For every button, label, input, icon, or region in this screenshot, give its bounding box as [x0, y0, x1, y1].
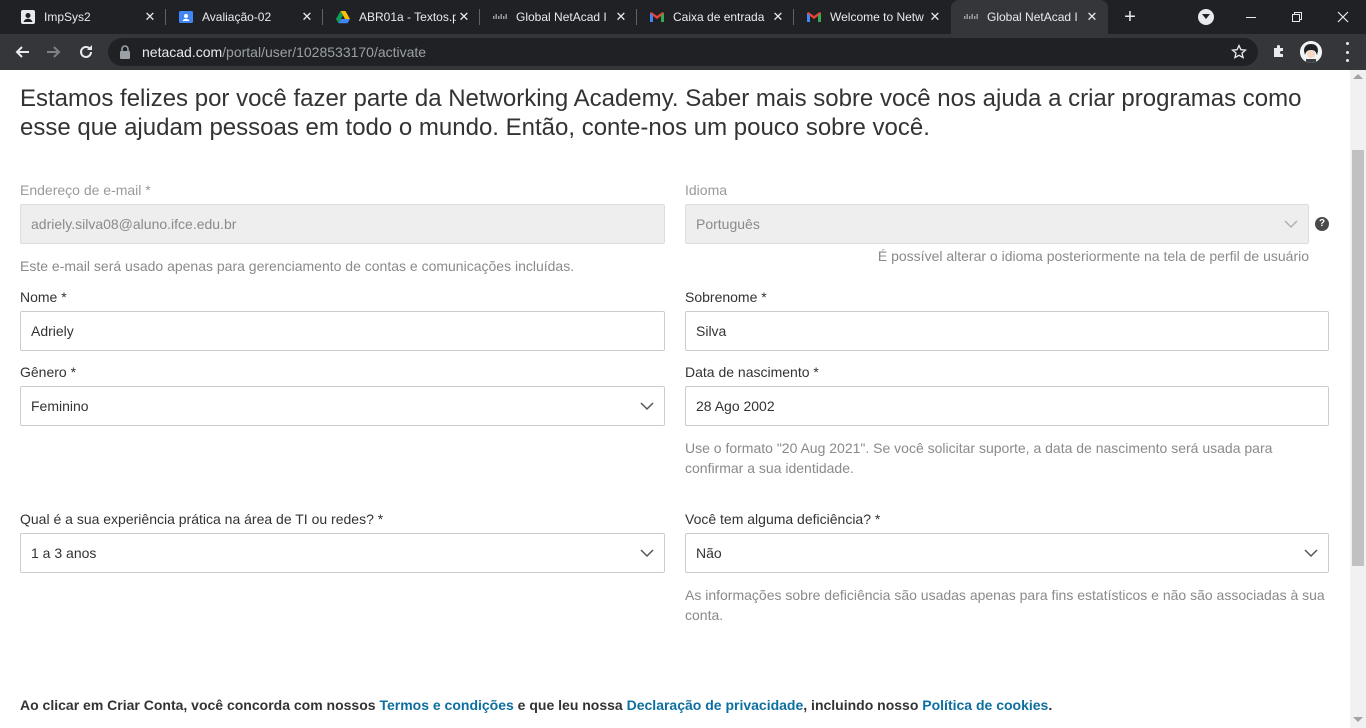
- new-tab-button[interactable]: +: [1118, 5, 1142, 29]
- cisco-icon: [492, 9, 508, 25]
- scroll-up-arrow-icon[interactable]: [1353, 74, 1363, 79]
- close-tab-icon[interactable]: ✕: [299, 9, 315, 25]
- language-help-text: É possível alterar o idioma posteriormen…: [877, 248, 1309, 264]
- bookmark-star-icon[interactable]: [1230, 43, 1248, 65]
- tab-avaliacao[interactable]: Avaliação-02 ✕: [166, 0, 323, 34]
- tab-abr01a[interactable]: ABR01a - Textos.p ✕: [323, 0, 480, 34]
- close-tab-icon[interactable]: ✕: [770, 9, 786, 25]
- tab-title: Caixa de entrada: [673, 10, 765, 24]
- tab-netacad-1[interactable]: Global NetAcad I ✕: [480, 0, 637, 34]
- browser-menu-icon[interactable]: [1344, 42, 1350, 62]
- gmail-icon: [806, 9, 822, 25]
- email-label: Endereço de e-mail *: [20, 182, 151, 198]
- language-label: Idioma: [685, 182, 728, 198]
- terms-mid2: , incluindo nosso: [803, 697, 923, 713]
- google-drive-icon: [335, 9, 351, 25]
- disability-select[interactable]: Não: [685, 533, 1329, 573]
- tab-netacad-active[interactable]: Global NetAcad I ✕: [951, 0, 1108, 34]
- last-name-input[interactable]: Silva: [685, 311, 1329, 351]
- gmail-icon: [649, 9, 665, 25]
- terms-end: .: [1048, 697, 1053, 713]
- birth-date-input[interactable]: 28 Ago 2002: [685, 386, 1329, 426]
- cookies-link[interactable]: Política de cookies: [922, 697, 1048, 713]
- tab-title: Global NetAcad I: [516, 10, 607, 24]
- close-tab-icon[interactable]: ✕: [142, 9, 158, 25]
- restore-icon[interactable]: [1274, 0, 1320, 34]
- close-tab-icon[interactable]: ✕: [613, 9, 629, 25]
- experience-select[interactable]: 1 a 3 anos: [20, 533, 665, 573]
- email-help-text: Este e-mail será usado apenas para geren…: [20, 258, 575, 274]
- tab-title: ABR01a - Textos.p: [359, 10, 456, 24]
- reload-icon[interactable]: [72, 38, 100, 66]
- language-select: Português: [685, 204, 1309, 244]
- chevron-down-icon: [1284, 220, 1298, 229]
- scroll-down-arrow-icon[interactable]: [1353, 717, 1363, 722]
- gender-label: Gênero *: [20, 364, 77, 380]
- terms-link[interactable]: Termos e condições: [379, 697, 513, 713]
- intro-text: Estamos felizes por você fazer parte da …: [20, 85, 1302, 141]
- disability-value: Não: [696, 545, 722, 561]
- close-tab-icon[interactable]: ✕: [1084, 9, 1100, 25]
- forward-arrow-icon[interactable]: [40, 38, 68, 66]
- terms-mid: e que leu nossa: [513, 697, 627, 713]
- tab-title: ImpSys2: [44, 10, 91, 24]
- tab-title: Welcome to Netw: [830, 10, 924, 24]
- profile-avatar[interactable]: [1300, 41, 1322, 63]
- disability-help-text: As informações sobre deficiência são usa…: [685, 587, 1325, 623]
- close-tab-icon[interactable]: ✕: [456, 9, 472, 25]
- tab-title: Global NetAcad I: [987, 10, 1078, 24]
- language-value: Português: [696, 216, 760, 232]
- cisco-icon: [963, 9, 979, 25]
- url-text[interactable]: netacad.com/portal/user/1028533170/activ…: [142, 44, 426, 60]
- minimize-icon[interactable]: [1228, 0, 1274, 34]
- privacy-link[interactable]: Declaração de privacidade: [627, 697, 804, 713]
- url-host: netacad.com: [142, 44, 223, 60]
- first-name-input[interactable]: Adriely: [20, 311, 665, 351]
- google-classroom-icon: [178, 9, 194, 25]
- chevron-down-icon: [1304, 549, 1318, 558]
- scrollbar-thumb[interactable]: [1352, 150, 1364, 566]
- experience-label: Qual é a sua experiência prática na área…: [20, 511, 384, 527]
- email-field: adriely.silva08@aluno.ifce.edu.br: [20, 204, 665, 244]
- birth-date-label: Data de nascimento *: [685, 364, 819, 380]
- chevron-down-icon: [640, 402, 654, 411]
- extensions-puzzle-icon[interactable]: [1271, 44, 1287, 65]
- close-window-icon[interactable]: [1320, 0, 1366, 34]
- back-arrow-icon[interactable]: [8, 38, 36, 66]
- birth-date-help-text: Use o formato "20 Aug 2021". Se você sol…: [685, 440, 1273, 476]
- gender-value: Feminino: [31, 398, 89, 414]
- url-path: /portal/user/1028533170/activate: [222, 44, 427, 60]
- tab-welcome[interactable]: Welcome to Netw ✕: [794, 0, 951, 34]
- terms-notice: Ao clicar em Criar Conta, você concorda …: [20, 697, 1052, 713]
- lock-icon[interactable]: [119, 45, 131, 64]
- experience-value: 1 a 3 anos: [31, 545, 97, 561]
- last-name-label: Sobrenome *: [685, 289, 767, 305]
- tab-strip: ImpSys2 ✕ Avaliação-02 ✕ ABR01a - Textos…: [0, 0, 1366, 34]
- page-content: Estamos felizes por você fazer parte da …: [0, 70, 1350, 728]
- tab-impsys2[interactable]: ImpSys2 ✕: [0, 0, 166, 34]
- tab-search-icon[interactable]: [1198, 9, 1214, 25]
- gender-select[interactable]: Feminino: [20, 386, 665, 426]
- first-name-label: Nome *: [20, 289, 67, 305]
- disability-label: Você tem alguma deficiência? *: [685, 511, 881, 527]
- help-question-icon[interactable]: ?: [1315, 217, 1329, 231]
- terms-prefix: Ao clicar em Criar Conta, você concorda …: [20, 697, 380, 713]
- tab-title: Avaliação-02: [202, 10, 272, 24]
- chevron-down-icon: [640, 549, 654, 558]
- account-box-icon: [20, 9, 36, 25]
- tab-caixa-de-entrada[interactable]: Caixa de entrada ✕: [637, 0, 794, 34]
- close-tab-icon[interactable]: ✕: [927, 9, 943, 25]
